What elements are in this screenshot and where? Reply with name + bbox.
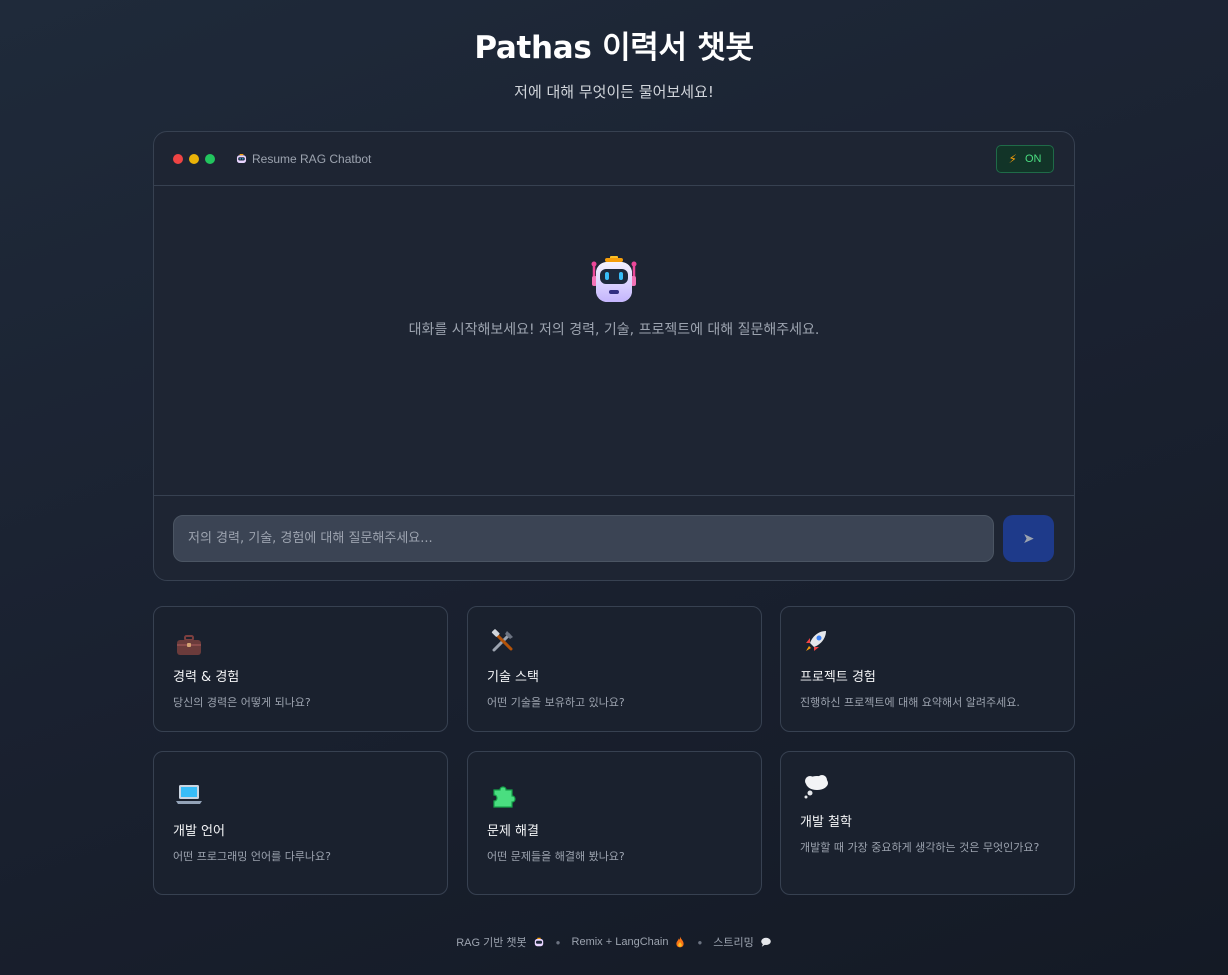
- card-description: 어떤 기술을 보유하고 있나요?: [487, 696, 625, 709]
- card-description: 어떤 문제들을 해결해 봤나요?: [487, 850, 625, 863]
- send-icon: ➤: [1022, 530, 1035, 546]
- card-description: 진행하신 프로젝트에 대해 요약해서 알려주세요.: [800, 696, 1020, 709]
- card-title: 경력 & 경험: [173, 670, 240, 685]
- footer-item-stack: Remix + LangChain: [571, 936, 669, 948]
- card-title: 기술 스택: [487, 670, 539, 685]
- card-title: 문제 해결: [487, 824, 539, 839]
- page-footer: RAG 기반 챗봇 ● Remix + LangChain ● 스트리밍: [0, 934, 1228, 950]
- thought-bubble-icon: [804, 775, 828, 799]
- lightning-icon: ⚡: [1008, 152, 1017, 166]
- suggestion-card-languages[interactable]: 개발 언어 어떤 프로그래밍 언어를 다루나요?: [153, 751, 448, 895]
- suggestion-card-tech-stack[interactable]: 기술 스택 어떤 기술을 보유하고 있나요?: [467, 606, 762, 732]
- page-title: Pathas 이력서 챗봇: [474, 30, 754, 66]
- window-minimize-dot[interactable]: [189, 153, 199, 164]
- suggestion-card-projects[interactable]: 프로젝트 경험 진행하신 프로젝트에 대해 요약해서 알려주세요.: [780, 606, 1075, 732]
- puzzle-icon: [493, 786, 516, 808]
- card-description: 개발할 때 가장 중요하게 생각하는 것은 무엇인가요?: [800, 841, 1040, 854]
- rocket-icon: [806, 631, 826, 651]
- card-title: 프로젝트 경험: [800, 670, 876, 685]
- chat-messages-area: 대화를 시작해보세요! 저의 경력, 기술, 프로젝트에 대해 질문해주세요.: [154, 186, 1074, 495]
- chat-input[interactable]: [173, 515, 994, 562]
- chat-window-title: Resume RAG Chatbot: [235, 152, 371, 166]
- suggestion-card-career[interactable]: 경력 & 경험 당신의 경력은 어떻게 되나요?: [153, 606, 448, 732]
- robot-icon: [534, 937, 543, 947]
- robot-icon: [236, 153, 247, 164]
- robot-icon: [591, 256, 637, 302]
- card-title: 개발 철학: [800, 815, 852, 830]
- briefcase-icon: [177, 635, 201, 655]
- card-description: 어떤 프로그래밍 언어를 다루나요?: [173, 850, 332, 863]
- card-description: 당신의 경력은 어떻게 되나요?: [173, 696, 311, 709]
- page-subtitle: 저에 대해 무엇이든 물어보세요!: [514, 83, 714, 101]
- laptop-icon: [176, 785, 202, 804]
- suggestion-card-philosophy[interactable]: 개발 철학 개발할 때 가장 중요하게 생각하는 것은 무엇인가요?: [780, 751, 1075, 895]
- page-header: Pathas 이력서 챗봇 저에 대해 무엇이든 물어보세요!: [0, 0, 1228, 102]
- chat-input-bar: ➤: [154, 495, 1074, 580]
- separator-dot: ●: [555, 937, 561, 947]
- chat-window-header: Resume RAG Chatbot ⚡ ON: [154, 132, 1074, 186]
- suggestion-card-problem-solving[interactable]: 문제 해결 어떤 문제들을 해결해 봤나요?: [467, 751, 762, 895]
- send-button[interactable]: ➤: [1003, 515, 1054, 562]
- status-label: ON: [1024, 153, 1042, 165]
- empty-chat-message: 대화를 시작해보세요! 저의 경력, 기술, 프로젝트에 대해 질문해주세요.: [408, 322, 820, 338]
- chat-window-title-text: Resume RAG Chatbot: [252, 151, 372, 166]
- separator-dot: ●: [697, 937, 703, 947]
- card-title: 개발 언어: [173, 824, 225, 839]
- status-badge: ⚡ ON: [996, 145, 1054, 173]
- chat-window: Resume RAG Chatbot ⚡ ON 대화를 시작해보세요! 저의 경…: [153, 131, 1075, 581]
- footer-item-rag: RAG 기반 챗봇: [456, 937, 527, 949]
- window-maximize-dot[interactable]: [205, 153, 215, 164]
- speech-bubble-icon: [760, 937, 771, 947]
- tools-icon: [491, 629, 513, 652]
- footer-item-streaming: 스트리밍: [713, 937, 754, 949]
- window-close-dot[interactable]: [173, 153, 183, 164]
- fire-icon: [676, 936, 685, 948]
